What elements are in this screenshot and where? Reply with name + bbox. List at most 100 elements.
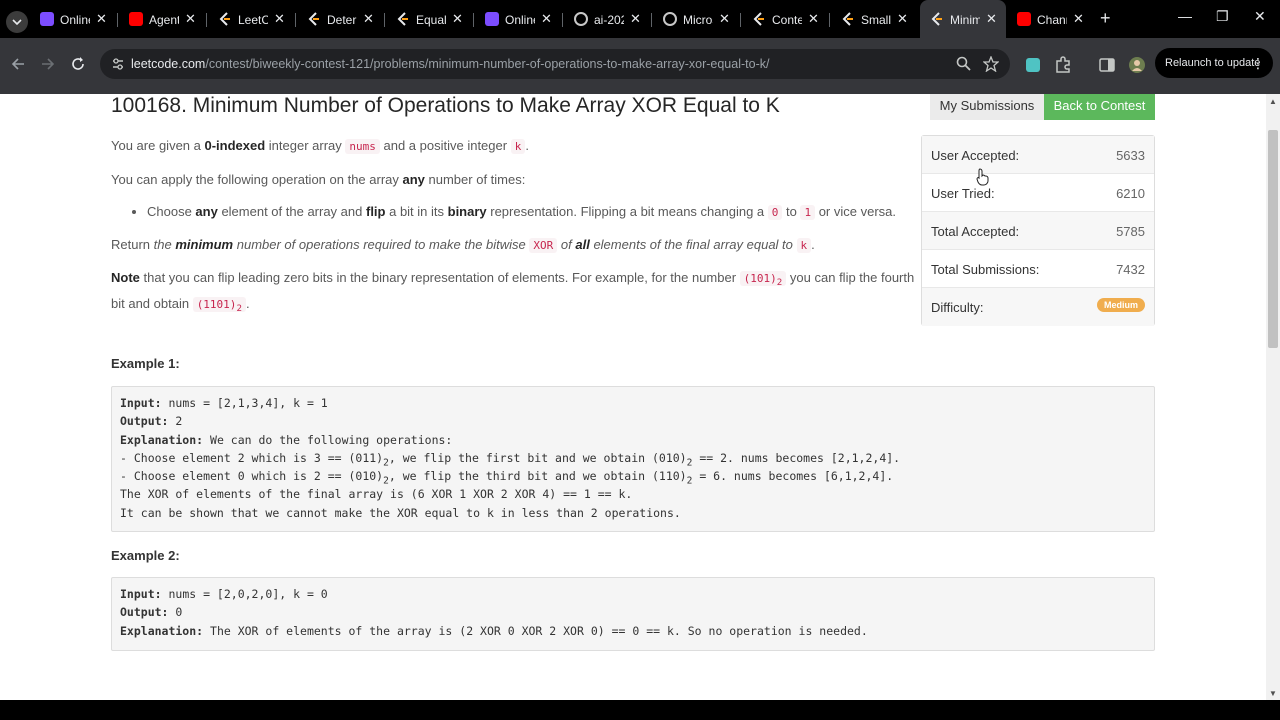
extension-icon[interactable] (1024, 56, 1042, 74)
text: element of the array and (217, 204, 366, 219)
inline-code: 0 (767, 205, 783, 220)
text: == 2. nums becomes [2,1,2,4]. (692, 450, 901, 465)
example-1-box: Input: nums = [2,1,3,4], k = 1 Output: 2… (111, 386, 1155, 532)
back-to-contest-button[interactable]: Back to Contest (1044, 94, 1155, 120)
stat-label: User Accepted: (931, 148, 1020, 163)
more-options-icon[interactable]: ⋮ (1251, 48, 1265, 78)
example-2-title: Example 2: (111, 548, 180, 563)
tab-divider (651, 13, 652, 27)
close-icon[interactable]: ✕ (452, 11, 463, 27)
text: representation. Flipping a bit means cha… (486, 204, 768, 219)
close-icon[interactable]: ✕ (96, 11, 107, 27)
close-icon[interactable]: ✕ (541, 11, 552, 27)
tab-ai-202[interactable]: ai-202 ✕ (564, 0, 652, 38)
close-icon[interactable]: ✕ (897, 11, 908, 27)
scroll-down-arrow-icon[interactable]: ▼ (1269, 689, 1277, 698)
code-text: (1101) (196, 298, 237, 312)
text: You are given a (111, 138, 205, 153)
tab-title: Minim (950, 13, 980, 27)
side-panel-icon[interactable] (1098, 56, 1116, 74)
tab-online-2[interactable]: Online ✕ (475, 0, 563, 38)
window-close-button[interactable]: ✕ (1254, 8, 1266, 25)
close-icon[interactable]: ✕ (1073, 11, 1084, 27)
new-tab-button[interactable]: + (1100, 8, 1111, 29)
tab-divider (740, 13, 741, 27)
stat-value: 5633 (1116, 148, 1145, 163)
stat-row-total-submissions: Total Submissions: 7432 (922, 250, 1154, 288)
tab-search-button[interactable] (6, 11, 28, 33)
tab-conte[interactable]: Conte ✕ (742, 0, 830, 38)
tab-title: Chann (1037, 13, 1067, 27)
tab-online-1[interactable]: Online ✕ (30, 0, 118, 38)
close-icon[interactable]: ✕ (363, 11, 374, 27)
browser-toolbar: leetcode.com/contest/biweekly-contest-12… (0, 38, 1280, 94)
text: = 6. nums becomes [6,1,2,4]. (692, 469, 894, 484)
output-label: Output: (120, 414, 169, 429)
youtube-icon (129, 12, 143, 26)
stat-label: User Tried: (931, 186, 995, 201)
close-icon[interactable]: ✕ (630, 11, 641, 27)
tab-smalle[interactable]: Smalle ✕ (831, 0, 919, 38)
extensions-puzzle-icon[interactable] (1054, 56, 1072, 74)
leetcode-icon (219, 12, 230, 26)
url-text[interactable]: leetcode.com/contest/biweekly-contest-12… (131, 57, 769, 71)
stat-label: Total Submissions: (931, 262, 1040, 277)
text: - Choose element 2 which is 3 == (011) (120, 450, 384, 465)
stat-row-total-accepted: Total Accepted: 5785 (922, 212, 1154, 250)
bookmark-star-icon[interactable] (983, 56, 999, 72)
relaunch-to-update-button[interactable]: Relaunch to update ⋮ (1155, 48, 1273, 78)
address-bar[interactable]: leetcode.com/contest/biweekly-contest-12… (100, 49, 1010, 79)
lightning-icon (485, 12, 499, 26)
text: . (811, 237, 815, 252)
close-icon[interactable]: ✕ (274, 11, 285, 27)
tab-title: Determ (327, 13, 357, 27)
explanation-text: We can do the following operations: (203, 432, 453, 447)
url-path: /contest/biweekly-contest-121/problems/m… (205, 57, 770, 71)
explanation-label: Explanation: (120, 623, 204, 638)
tab-title: Micros (683, 13, 713, 27)
explanation-text: The XOR of elements of the array is (2 X… (203, 623, 868, 638)
globe-icon (574, 12, 588, 26)
close-icon[interactable]: ✕ (719, 11, 730, 27)
close-icon[interactable]: ✕ (986, 11, 997, 27)
input-value: nums = [2,0,2,0], k = 0 (161, 587, 328, 601)
minimize-button[interactable]: — (1178, 8, 1192, 24)
tab-leetcode[interactable]: LeetCo ✕ (208, 0, 296, 38)
hand-cursor-icon (976, 168, 989, 186)
stat-row-difficulty: Difficulty: Medium (922, 288, 1154, 326)
page-content: 100168. Minimum Number of Operations to … (0, 94, 1266, 700)
lightning-icon (40, 12, 54, 26)
tab-title: Equal I (416, 13, 446, 27)
text: , we flip the third bit and we obtain (1… (388, 469, 687, 484)
reload-button[interactable] (71, 57, 85, 76)
my-submissions-button[interactable]: My Submissions (930, 94, 1044, 120)
tab-title: Online (505, 13, 535, 27)
tab-micros[interactable]: Micros ✕ (653, 0, 741, 38)
close-icon[interactable]: ✕ (185, 11, 196, 27)
scrollbar-thumb[interactable] (1268, 130, 1278, 348)
chevron-down-icon (12, 19, 22, 25)
tab-equal[interactable]: Equal I ✕ (386, 0, 474, 38)
code-text: (101) (743, 272, 777, 285)
tab-strip: Online ✕ Agents ✕ LeetCo ✕ Determ ✕ Equa… (0, 0, 1280, 38)
tab-divider (295, 13, 296, 27)
inline-code: (1101)2 (192, 297, 246, 314)
site-info-icon[interactable] (111, 57, 125, 71)
page-scrollbar[interactable]: ▲ ▼ (1266, 94, 1280, 700)
subscript: 2 (776, 277, 783, 289)
tab-chann[interactable]: Chann ✕ (1007, 0, 1095, 38)
tab-determ[interactable]: Determ ✕ (297, 0, 385, 38)
back-button[interactable] (11, 57, 25, 76)
explanation-label: Explanation: (120, 432, 204, 447)
zoom-icon[interactable] (956, 56, 972, 72)
tab-minim-active[interactable]: Minim ✕ (920, 0, 1006, 38)
restore-button[interactable]: ❐ (1216, 8, 1229, 25)
leetcode-icon (842, 12, 853, 26)
close-icon[interactable]: ✕ (808, 11, 819, 27)
tab-agents[interactable]: Agents ✕ (119, 0, 207, 38)
text: or vice versa. (815, 204, 897, 219)
forward-button[interactable] (41, 57, 55, 76)
profile-avatar-icon[interactable] (1128, 56, 1146, 74)
scroll-up-arrow-icon[interactable]: ▲ (1269, 97, 1277, 106)
url-host: leetcode.com (131, 57, 206, 71)
